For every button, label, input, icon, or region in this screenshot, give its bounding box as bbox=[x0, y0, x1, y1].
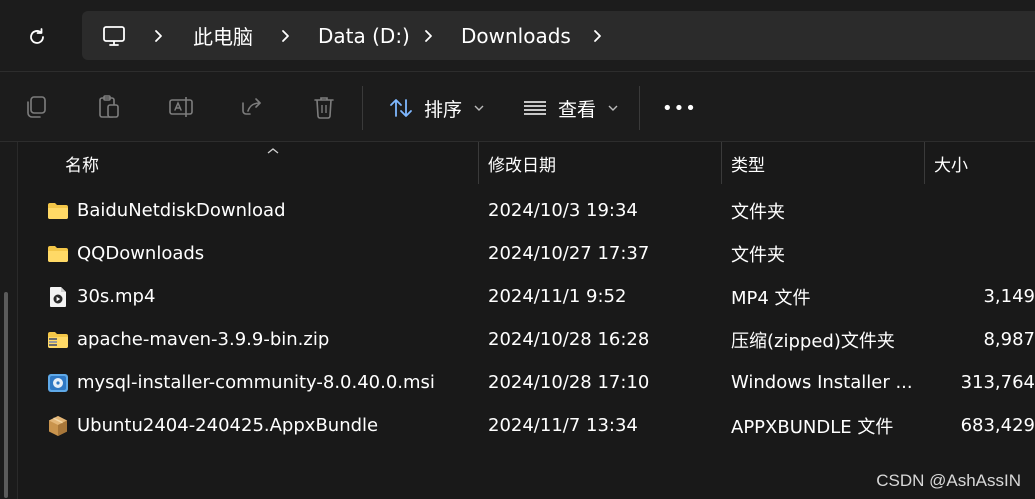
file-name: Ubuntu2404-240425.AppxBundle bbox=[77, 415, 379, 436]
chevron-down-icon bbox=[474, 105, 484, 111]
file-row[interactable]: 30s.mp4 2024/11/1 9:52 MP4 文件 3,149 bbox=[18, 275, 1035, 318]
file-name: mysql-installer-community-8.0.40.0.msi bbox=[77, 372, 435, 393]
file-type: MP4 文件 bbox=[731, 287, 811, 309]
view-list-icon bbox=[524, 101, 546, 115]
file-date: 2024/11/7 13:34 bbox=[488, 415, 638, 436]
file-row[interactable]: Ubuntu2404-240425.AppxBundle 2024/11/7 1… bbox=[18, 404, 1035, 447]
breadcrumb-chevron-icon[interactable] bbox=[591, 11, 603, 60]
this-pc-icon[interactable] bbox=[102, 11, 126, 60]
trash-icon bbox=[314, 97, 334, 119]
file-row[interactable]: apache-maven-3.9.9-bin.zip 2024/10/28 16… bbox=[18, 318, 1035, 361]
file-type: APPXBUNDLE 文件 bbox=[731, 416, 894, 438]
sort-ascending-caret-icon bbox=[267, 140, 279, 159]
column-divider[interactable] bbox=[721, 142, 722, 184]
view-label: 查看 bbox=[558, 98, 597, 121]
rename-icon bbox=[169, 97, 193, 117]
file-name: apache-maven-3.9.9-bin.zip bbox=[77, 329, 330, 350]
title-bar: 此电脑 Data (D:) Downloads bbox=[0, 0, 1035, 72]
file-date: 2024/10/28 17:10 bbox=[488, 372, 650, 393]
folder-icon bbox=[47, 243, 69, 265]
file-row[interactable]: QQDownloads 2024/10/27 17:37 文件夹 bbox=[18, 232, 1035, 275]
file-name-cell: Ubuntu2404-240425.AppxBundle bbox=[47, 404, 378, 447]
file-name: BaiduNetdiskDownload bbox=[77, 200, 286, 221]
more-options-button[interactable]: ••• bbox=[662, 86, 697, 130]
toolbar-divider bbox=[639, 86, 640, 130]
paste-button[interactable] bbox=[94, 92, 124, 122]
file-date: 2024/11/1 9:52 bbox=[488, 286, 627, 307]
file-type: 文件夹 bbox=[731, 244, 785, 266]
address-bar[interactable]: 此电脑 Data (D:) Downloads bbox=[82, 11, 1035, 60]
breadcrumb-chevron-icon[interactable] bbox=[279, 11, 291, 60]
file-size: 3,149 bbox=[983, 286, 1035, 307]
share-button[interactable] bbox=[238, 92, 268, 122]
video-file-icon bbox=[47, 286, 69, 308]
file-row[interactable]: mysql-installer-community-8.0.40.0.msi 2… bbox=[18, 361, 1035, 404]
share-icon bbox=[242, 98, 261, 115]
sort-label: 排序 bbox=[424, 98, 463, 121]
column-type[interactable]: 类型 bbox=[731, 142, 765, 184]
rename-button[interactable] bbox=[166, 92, 196, 122]
file-name-cell: mysql-installer-community-8.0.40.0.msi bbox=[47, 361, 435, 404]
refresh-button[interactable] bbox=[22, 22, 52, 52]
command-bar: 排序 查看 ••• bbox=[0, 72, 1035, 142]
navigation-pane[interactable] bbox=[0, 142, 18, 499]
file-size: 313,764 bbox=[960, 372, 1035, 393]
nav-scrollbar[interactable] bbox=[4, 292, 8, 498]
refresh-icon bbox=[30, 28, 44, 44]
copy-icon bbox=[27, 96, 46, 118]
file-date: 2024/10/3 19:34 bbox=[488, 200, 638, 221]
column-name[interactable]: 名称 bbox=[65, 142, 99, 184]
file-row[interactable]: BaiduNetdiskDownload 2024/10/3 19:34 文件夹 bbox=[18, 189, 1035, 232]
toolbar-divider bbox=[362, 86, 363, 130]
view-button[interactable]: 查看 bbox=[522, 86, 618, 130]
breadcrumb-this-pc[interactable]: 此电脑 bbox=[193, 11, 253, 60]
column-header: 名称 修改日期 类型 大小 bbox=[18, 142, 1035, 184]
delete-button[interactable] bbox=[309, 92, 339, 122]
file-name-cell: QQDownloads bbox=[47, 232, 204, 275]
breadcrumb-data-drive[interactable]: Data (D:) bbox=[318, 11, 410, 60]
file-name-cell: 30s.mp4 bbox=[47, 275, 155, 318]
paste-icon bbox=[99, 95, 119, 118]
file-size: 683,429 bbox=[960, 415, 1035, 436]
appx-package-icon bbox=[47, 415, 69, 437]
column-size[interactable]: 大小 bbox=[934, 142, 968, 184]
zip-folder-icon bbox=[47, 329, 69, 351]
breadcrumb-downloads[interactable]: Downloads bbox=[461, 11, 571, 60]
file-name-cell: apache-maven-3.9.9-bin.zip bbox=[47, 318, 329, 361]
file-type: 文件夹 bbox=[731, 201, 785, 223]
file-size: 8,987 bbox=[983, 329, 1035, 350]
breadcrumb-chevron-icon[interactable] bbox=[152, 11, 164, 60]
column-divider[interactable] bbox=[924, 142, 925, 184]
folder-icon bbox=[47, 200, 69, 222]
file-name: 30s.mp4 bbox=[77, 286, 156, 307]
file-type: 压缩(zipped)文件夹 bbox=[731, 330, 895, 352]
breadcrumb-chevron-icon[interactable] bbox=[422, 11, 434, 60]
file-type: Windows Installer ... bbox=[731, 372, 913, 393]
file-name-cell: BaiduNetdiskDownload bbox=[47, 189, 286, 232]
sort-button[interactable]: 排序 bbox=[388, 86, 484, 130]
msi-installer-icon bbox=[47, 372, 69, 394]
column-divider[interactable] bbox=[478, 142, 479, 184]
file-name: QQDownloads bbox=[77, 243, 205, 264]
column-date-modified[interactable]: 修改日期 bbox=[488, 142, 556, 184]
sort-icon bbox=[390, 99, 412, 117]
watermark-text: CSDN @AshAssIN bbox=[876, 471, 1021, 490]
chevron-down-icon bbox=[608, 105, 618, 111]
copy-button[interactable] bbox=[21, 92, 51, 122]
file-date: 2024/10/27 17:37 bbox=[488, 243, 650, 264]
file-date: 2024/10/28 16:28 bbox=[488, 329, 650, 350]
